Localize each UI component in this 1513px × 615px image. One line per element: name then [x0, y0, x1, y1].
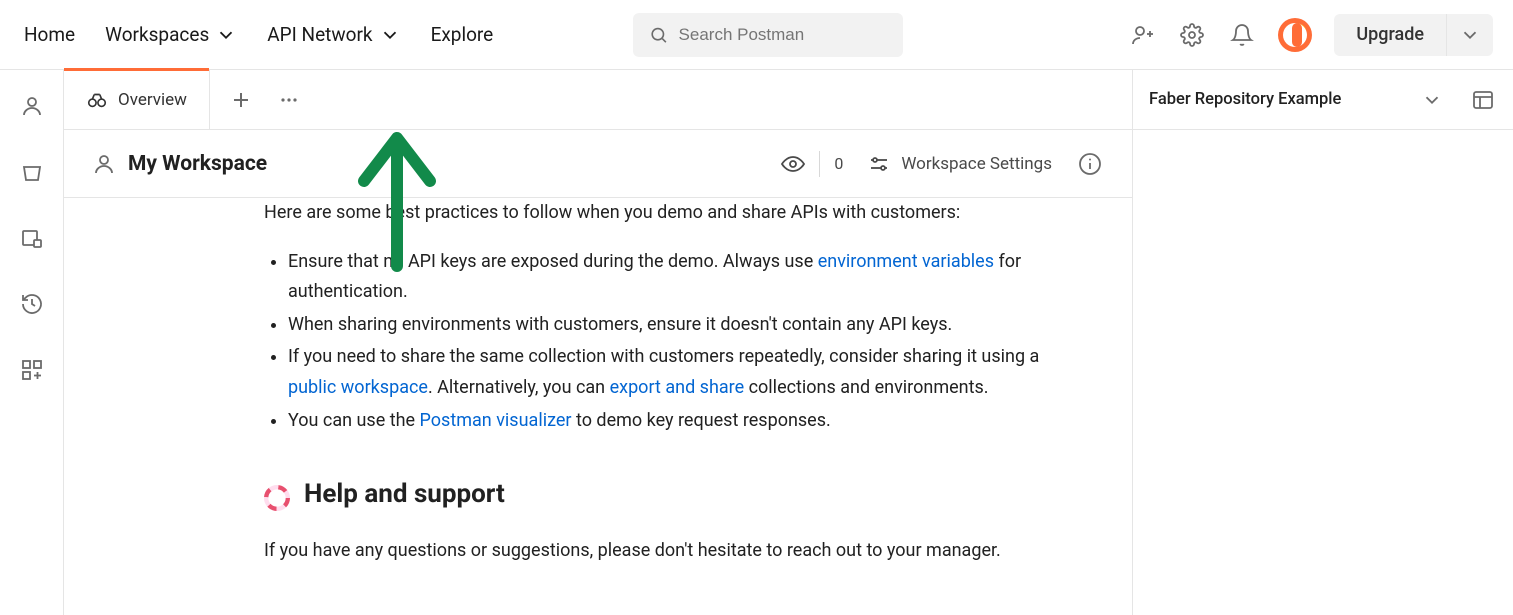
- overview-content: Here are some best practices to follow w…: [64, 198, 1132, 615]
- workspace-settings-button[interactable]: Workspace Settings: [867, 152, 1052, 176]
- list-item: When sharing environments with customers…: [288, 310, 1064, 341]
- rail-user-icon[interactable]: [18, 92, 46, 120]
- sliders-icon: [867, 152, 891, 176]
- avatar[interactable]: [1278, 18, 1312, 52]
- link-visualizer[interactable]: Postman visualizer: [420, 410, 572, 431]
- nav-workspaces[interactable]: Workspaces: [105, 23, 237, 46]
- rail-history-icon[interactable]: [18, 290, 46, 318]
- rail-trash-icon[interactable]: [18, 158, 46, 186]
- workspace-header: My Workspace 0 Workspace Settings: [64, 130, 1132, 198]
- list-item: If you need to share the same collection…: [288, 342, 1064, 403]
- tab-overflow-button[interactable]: [272, 83, 306, 117]
- workspace-actions: 0 Workspace Settings: [781, 150, 1104, 178]
- link-export-share[interactable]: export and share: [610, 377, 745, 398]
- workspace-settings-label: Workspace Settings: [901, 154, 1052, 174]
- gear-icon[interactable]: [1178, 21, 1206, 49]
- chevron-down-icon: [215, 24, 237, 46]
- search-icon: [649, 24, 668, 46]
- workspace-title: My Workspace: [128, 152, 267, 176]
- environment-name: Faber Repository Example: [1149, 90, 1409, 109]
- left-rail: [0, 70, 64, 615]
- watch-group[interactable]: 0: [781, 151, 843, 177]
- bell-icon[interactable]: [1228, 21, 1256, 49]
- rail-add-element-icon[interactable]: [18, 356, 46, 384]
- tab-overview-label: Overview: [118, 90, 187, 110]
- list-item: You can use the Postman visualizer to de…: [288, 406, 1064, 437]
- new-tab-button[interactable]: [224, 83, 258, 117]
- help-heading: Help and support: [264, 472, 1132, 516]
- help-paragraph: If you have any questions or suggestions…: [264, 536, 1064, 567]
- intro-text: Here are some best practices to follow w…: [264, 198, 1024, 229]
- user-icon: [92, 152, 116, 176]
- search-input[interactable]: [679, 25, 888, 45]
- life-ring-icon: [264, 481, 290, 507]
- divider: [819, 151, 820, 177]
- tabs-row: Overview: [64, 70, 1132, 130]
- right-rail: Faber Repository Example: [1133, 70, 1513, 615]
- top-bar: Home Workspaces API Network Explore Upgr…: [0, 0, 1513, 70]
- upgrade-group: Upgrade: [1334, 14, 1493, 56]
- rail-flow-icon[interactable]: [18, 224, 46, 252]
- upgrade-caret[interactable]: [1446, 14, 1493, 56]
- tab-overview[interactable]: Overview: [64, 70, 210, 129]
- upgrade-button[interactable]: Upgrade: [1334, 14, 1446, 56]
- chevron-down-icon: [1421, 89, 1443, 111]
- chevron-down-icon: [379, 24, 401, 46]
- more-horizontal-icon: [277, 88, 301, 112]
- best-practices-list: Ensure that no API keys are exposed duri…: [264, 247, 1064, 437]
- nav-explore[interactable]: Explore: [431, 23, 494, 46]
- info-icon: [1078, 152, 1102, 176]
- search-box[interactable]: [633, 13, 903, 57]
- environment-quicklook-icon[interactable]: [1469, 86, 1497, 114]
- link-env-vars[interactable]: environment variables: [818, 251, 994, 272]
- binoculars-icon: [86, 89, 108, 111]
- topbar-right: Upgrade: [1128, 14, 1493, 56]
- chevron-down-icon: [1459, 24, 1481, 46]
- primary-nav: Home Workspaces API Network Explore: [24, 23, 493, 46]
- nav-api-network-label: API Network: [267, 23, 372, 46]
- environment-selector[interactable]: Faber Repository Example: [1133, 70, 1513, 130]
- main-area: Overview My Workspace: [64, 70, 1133, 615]
- link-public-workspace[interactable]: public workspace: [288, 377, 428, 398]
- workspace-title-group: My Workspace: [92, 152, 267, 176]
- invite-icon[interactable]: [1128, 21, 1156, 49]
- list-item: Ensure that no API keys are exposed duri…: [288, 247, 1064, 308]
- nav-home[interactable]: Home: [24, 23, 75, 46]
- nav-api-network[interactable]: API Network: [267, 23, 400, 46]
- nav-workspaces-label: Workspaces: [105, 23, 209, 46]
- plus-icon: [229, 88, 253, 112]
- search-wrap: [633, 13, 903, 57]
- eye-icon: [781, 152, 805, 176]
- watch-count: 0: [834, 154, 843, 173]
- info-button[interactable]: [1076, 150, 1104, 178]
